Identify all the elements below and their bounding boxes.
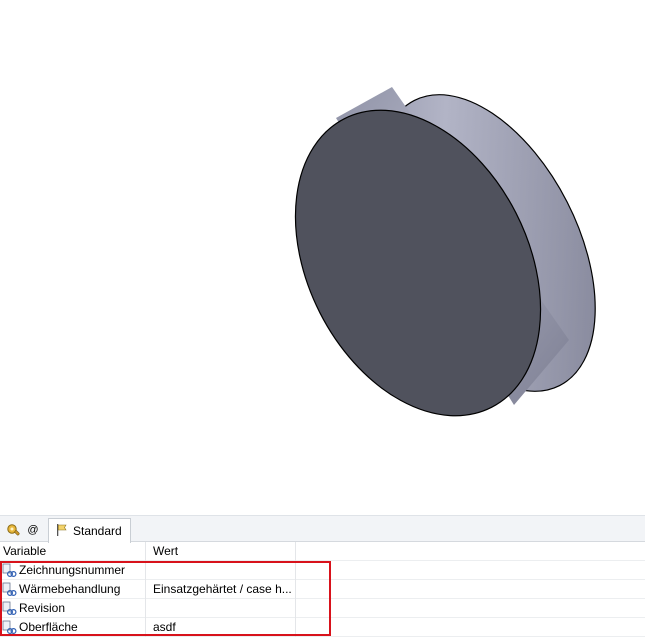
grid-header-row: Variable Wert <box>0 542 645 561</box>
panel-tabbar: @ Standard <box>0 515 645 543</box>
cylinder-model[interactable] <box>0 0 645 515</box>
value-cell[interactable] <box>146 561 296 580</box>
tool-icon[interactable] <box>5 522 21 538</box>
value-cell[interactable]: Einsatzgehärtet / case h... <box>146 580 296 599</box>
variable-cell[interactable]: Zeichnungsnummer <box>0 561 146 580</box>
table-row[interactable]: Revision <box>0 599 645 618</box>
table-row[interactable]: Oberfläche asdf <box>0 618 645 637</box>
column-header-variable[interactable]: Variable <box>0 542 146 561</box>
tab-standard[interactable]: Standard <box>48 518 131 543</box>
value-cell[interactable]: asdf <box>146 618 296 637</box>
variable-cell[interactable]: Revision <box>0 599 146 618</box>
at-sign-icon[interactable]: @ <box>26 522 40 538</box>
column-header-value[interactable]: Wert <box>146 542 296 561</box>
model-viewport[interactable] <box>0 0 645 515</box>
properties-grid: Variable Wert Zeichnungsnummer Wärmebeha… <box>0 542 645 637</box>
custom-properties-panel: @ Standard Variable Wert Zeichnungsnumme… <box>0 515 645 637</box>
table-row[interactable]: Zeichnungsnummer <box>0 561 645 580</box>
value-cell[interactable] <box>146 599 296 618</box>
flag-icon <box>55 523 69 540</box>
table-row[interactable]: Wärmebehandlung Einsatzgehärtet / case h… <box>0 580 645 599</box>
tab-standard-label: Standard <box>73 524 122 538</box>
variable-cell[interactable]: Wärmebehandlung <box>0 580 146 599</box>
variable-cell[interactable]: Oberfläche <box>0 618 146 637</box>
